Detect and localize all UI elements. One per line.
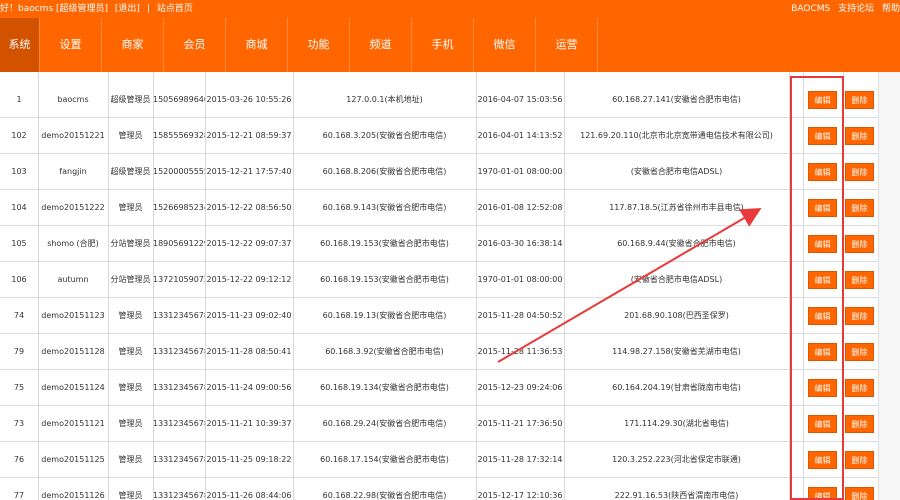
annotation-arrow: [497, 207, 762, 363]
